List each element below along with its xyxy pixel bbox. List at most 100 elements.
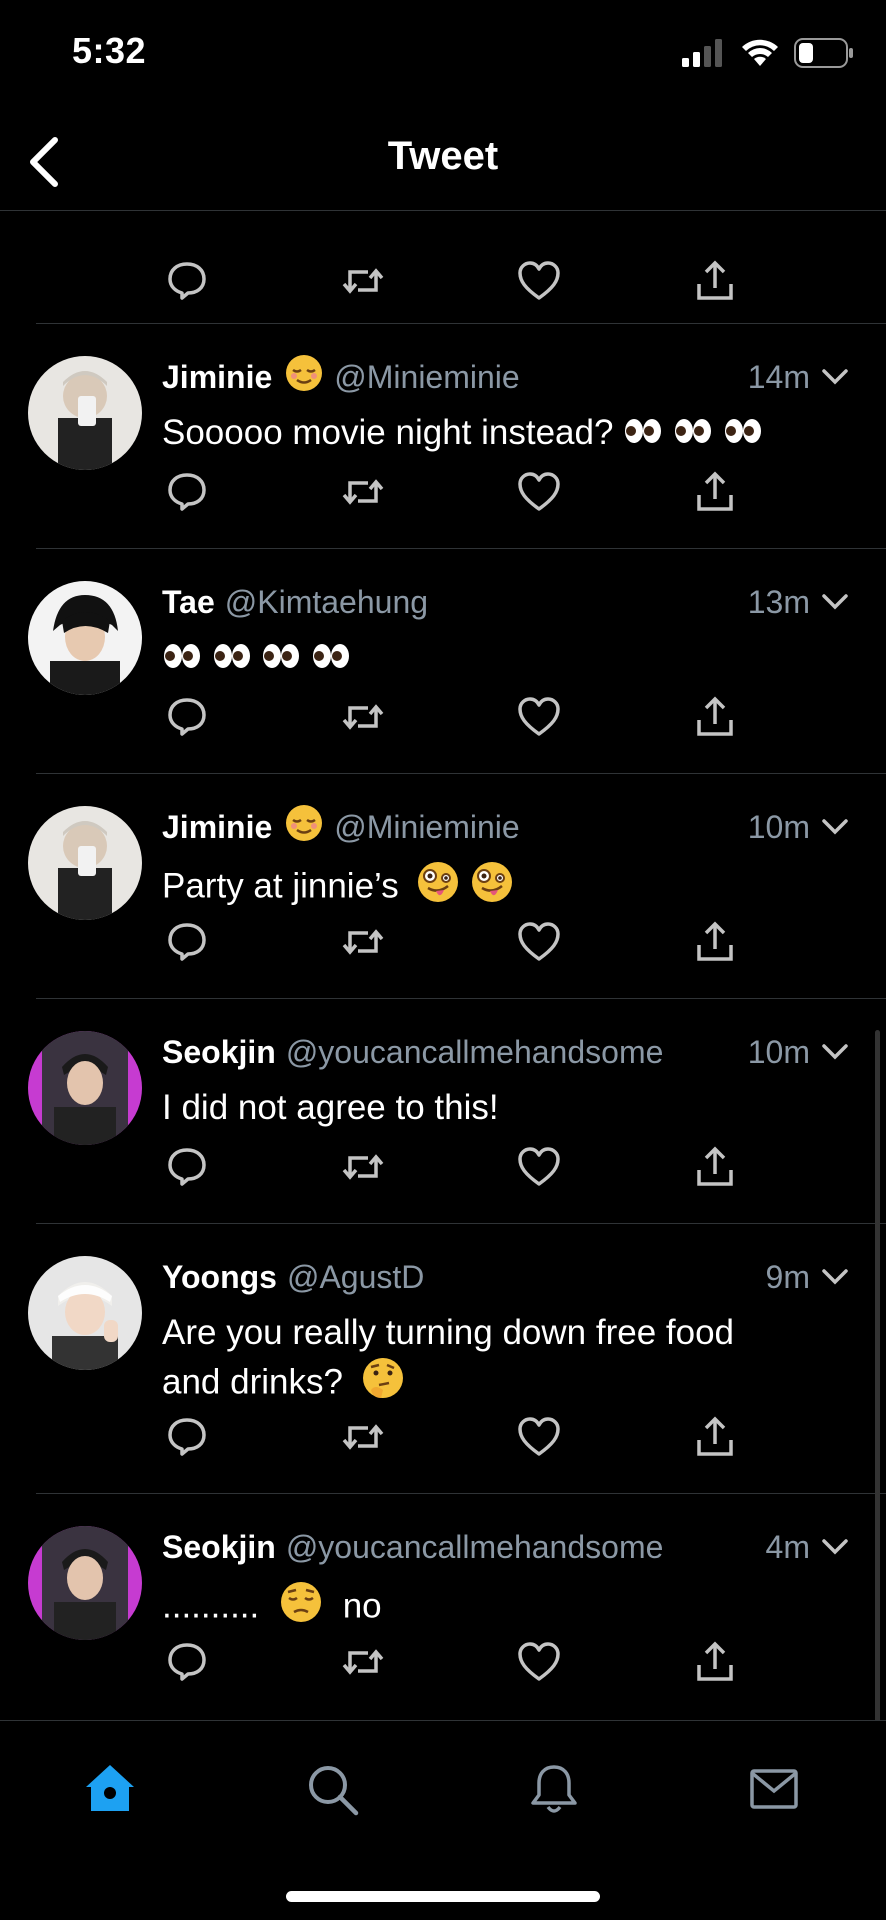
- tweet[interactable]: Seokjin @youcancallmehandsome 10m I did …: [0, 999, 886, 1224]
- reply-icon: [168, 698, 206, 736]
- zany-face-icon: [470, 860, 514, 916]
- chevron-down-icon[interactable]: [820, 1262, 850, 1292]
- reply-button[interactable]: [162, 1142, 212, 1192]
- author-handle[interactable]: @Kimtaehung: [225, 584, 428, 621]
- author-name[interactable]: Seokjin: [162, 1034, 276, 1071]
- tab-bar: [0, 1720, 886, 1920]
- tweet-body: Yoongs @AgustD 9m Are you really turning…: [162, 1254, 850, 1412]
- author-handle[interactable]: @youcancallmehandsome: [286, 1034, 664, 1071]
- reply-button[interactable]: [162, 1412, 212, 1462]
- share-icon: [697, 1641, 733, 1681]
- avatar[interactable]: [28, 1526, 142, 1640]
- tweet-header: Seokjin @youcancallmehandsome 4m: [162, 1524, 850, 1570]
- tab-home[interactable]: [78, 1757, 142, 1821]
- retweet-button[interactable]: [338, 1142, 388, 1192]
- status-bar: 5:32: [0, 0, 886, 110]
- author-name[interactable]: Seokjin: [162, 1529, 276, 1566]
- reply-feed[interactable]: comfy: [0, 160, 886, 1720]
- share-button[interactable]: [690, 256, 740, 306]
- eyes-icon: [212, 637, 252, 683]
- share-button[interactable]: [690, 1142, 740, 1192]
- tweet-actions: [162, 692, 742, 742]
- pensive-face-icon: [279, 1580, 323, 1636]
- like-button[interactable]: [514, 1412, 564, 1462]
- tweet-text: Sooooo movie night instead?: [162, 410, 850, 458]
- retweet-button[interactable]: [338, 256, 388, 306]
- share-button[interactable]: [690, 692, 740, 742]
- heart-icon: [518, 472, 560, 511]
- like-button[interactable]: [514, 1637, 564, 1687]
- retweet-button[interactable]: [338, 1412, 388, 1462]
- tweet-text: Are you really turning down free food an…: [162, 1310, 850, 1412]
- retweet-button[interactable]: [338, 917, 388, 967]
- retweet-icon: [342, 268, 384, 294]
- share-button[interactable]: [690, 917, 740, 967]
- avatar[interactable]: [28, 806, 142, 920]
- thinking-face-icon: [361, 1356, 405, 1412]
- reply-button[interactable]: [162, 467, 212, 517]
- avatar[interactable]: [28, 356, 142, 470]
- wifi-icon: [742, 39, 778, 66]
- like-button[interactable]: [514, 256, 564, 306]
- tweet-text: Party at jinnie’s: [162, 860, 850, 916]
- chevron-down-icon[interactable]: [820, 587, 850, 617]
- tweet[interactable]: Jiminie @Minieminie 14m Sooooo movie nig…: [0, 324, 886, 549]
- retweet-button[interactable]: [338, 692, 388, 742]
- avatar[interactable]: [28, 1256, 142, 1370]
- author-handle[interactable]: @youcancallmehandsome: [286, 1529, 664, 1566]
- reply-button[interactable]: [162, 1637, 212, 1687]
- tweet-text: [162, 635, 850, 683]
- retweet-button[interactable]: [338, 1637, 388, 1687]
- heart-icon: [518, 1417, 560, 1456]
- chevron-down-icon[interactable]: [820, 1532, 850, 1562]
- author-handle[interactable]: @AgustD: [287, 1259, 424, 1296]
- reply-button[interactable]: [162, 692, 212, 742]
- like-button[interactable]: [514, 1142, 564, 1192]
- retweet-button[interactable]: [338, 467, 388, 517]
- tweet-text-content: Sooooo movie night instead?: [162, 413, 614, 452]
- author-name[interactable]: Jiminie: [162, 809, 272, 846]
- heart-icon: [518, 922, 560, 961]
- avatar[interactable]: [28, 581, 142, 695]
- share-button[interactable]: [690, 467, 740, 517]
- relieved-face-icon: [284, 803, 324, 851]
- nav-bar: Tweet: [0, 110, 886, 211]
- author-name[interactable]: Jiminie: [162, 359, 272, 396]
- tweet[interactable]: Seokjin @youcancallmehandsome 4m .......…: [0, 1494, 886, 1720]
- tweet[interactable]: Jiminie @Minieminie 10m Party at jinnie’…: [0, 774, 886, 999]
- tweet-header: Yoongs @AgustD 9m: [162, 1254, 850, 1300]
- reply-icon: [168, 1418, 206, 1456]
- tweet[interactable]: Tae @Kimtaehung 13m: [0, 549, 886, 774]
- tweet[interactable]: Yoongs @AgustD 9m Are you really turning…: [0, 1224, 886, 1494]
- author-name[interactable]: Tae: [162, 584, 215, 621]
- tweet-time: 10m: [747, 1033, 810, 1070]
- retweet-icon: [342, 1154, 384, 1180]
- tweet-body: Seokjin @youcancallmehandsome 4m .......…: [162, 1524, 850, 1636]
- share-button[interactable]: [690, 1412, 740, 1462]
- home-indicator[interactable]: [286, 1891, 600, 1902]
- like-button[interactable]: [514, 917, 564, 967]
- reply-button[interactable]: [162, 917, 212, 967]
- heart-icon: [518, 697, 560, 736]
- chevron-down-icon[interactable]: [820, 1037, 850, 1067]
- avatar[interactable]: [28, 1031, 142, 1145]
- eyes-icon: [673, 412, 713, 458]
- search-icon: [309, 1766, 359, 1816]
- author-handle[interactable]: @Minieminie: [334, 809, 519, 846]
- author-name[interactable]: Yoongs: [162, 1259, 277, 1296]
- tweet-actions: [162, 1412, 742, 1462]
- scrollbar[interactable]: [875, 1030, 880, 1720]
- bell-icon: [531, 1765, 577, 1813]
- like-button[interactable]: [514, 467, 564, 517]
- tab-notifications[interactable]: [522, 1757, 586, 1821]
- chevron-down-icon[interactable]: [820, 362, 850, 392]
- share-button[interactable]: [690, 1637, 740, 1687]
- like-button[interactable]: [514, 692, 564, 742]
- tab-messages[interactable]: [742, 1757, 806, 1821]
- tab-search[interactable]: [300, 1757, 364, 1821]
- reply-button[interactable]: [162, 256, 212, 306]
- chevron-down-icon[interactable]: [820, 812, 850, 842]
- tweet-time: 9m: [765, 1258, 810, 1295]
- author-handle[interactable]: @Minieminie: [334, 359, 519, 396]
- tweet-actions: [162, 467, 742, 517]
